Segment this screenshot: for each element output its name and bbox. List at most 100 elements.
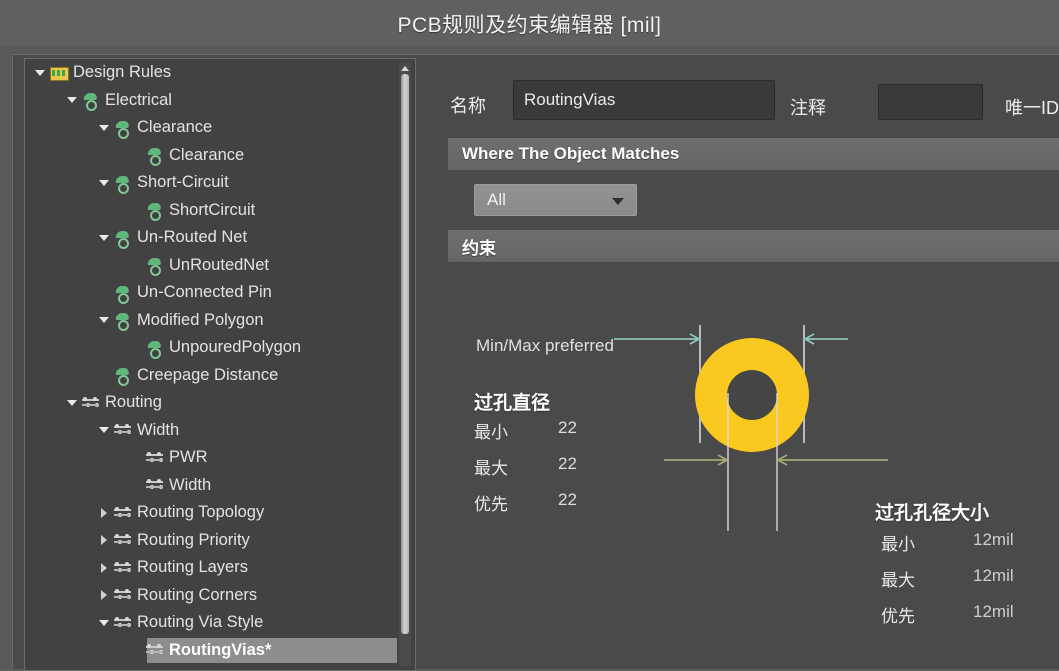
tree-item[interactable]: Clearance bbox=[25, 114, 397, 142]
tree-item[interactable]: ShortCircuit bbox=[25, 197, 397, 225]
chevron-right-icon[interactable] bbox=[97, 533, 111, 547]
tree-item-label: Width bbox=[169, 475, 212, 494]
tree-item-label: Routing Corners bbox=[137, 585, 258, 604]
via-diameter-min-value[interactable]: 22 bbox=[558, 418, 577, 438]
electrical-rule-icon bbox=[113, 366, 133, 387]
chevron-down-icon[interactable] bbox=[97, 121, 111, 135]
tree-item-label: Routing Layers bbox=[137, 558, 248, 577]
tree-item[interactable]: Clearance bbox=[25, 142, 397, 170]
tree-item[interactable]: Routing Layers bbox=[25, 554, 397, 582]
tree-scrollbar[interactable] bbox=[399, 63, 411, 666]
tree-item-label: Width bbox=[137, 420, 180, 439]
routing-rule-icon bbox=[113, 421, 133, 439]
chevron-down-icon[interactable] bbox=[97, 313, 111, 327]
chevron-right-icon[interactable] bbox=[97, 588, 111, 602]
tree-item-label: Un-Connected Pin bbox=[137, 283, 272, 302]
tree-item[interactable]: UnRoutedNet bbox=[25, 252, 397, 280]
electrical-rule-icon bbox=[145, 256, 165, 277]
routing-rule-icon bbox=[145, 449, 165, 467]
name-label: 名称 bbox=[450, 96, 486, 116]
unique-id-label: 唯一ID bbox=[1005, 98, 1059, 118]
rule-editor-pane: 名称 RoutingVias 注释 唯一ID Where The Object … bbox=[428, 58, 1059, 669]
via-diameter-title: 过孔直径 bbox=[474, 393, 551, 414]
tree-item[interactable]: Creepage Distance bbox=[25, 362, 397, 390]
comment-label: 注释 bbox=[790, 98, 826, 118]
tree-item-label: Routing Topology bbox=[137, 503, 265, 522]
tree-item-label: Short-Circuit bbox=[137, 173, 229, 192]
via-hole-max-value[interactable]: 12mil bbox=[973, 566, 1014, 586]
tree-item[interactable]: Routing bbox=[25, 389, 397, 417]
tree-item[interactable]: UnpouredPolygon bbox=[25, 334, 397, 362]
scroll-up-icon[interactable] bbox=[400, 63, 410, 73]
via-hole-min-value[interactable]: 12mil bbox=[973, 530, 1014, 550]
routing-rule-icon bbox=[113, 531, 133, 549]
tree-item[interactable]: Un-Connected Pin bbox=[25, 279, 397, 307]
via-hole-max-label: 最大 bbox=[881, 571, 915, 590]
folder-icon bbox=[49, 64, 69, 82]
tree-item[interactable]: Un-Routed Net bbox=[25, 224, 397, 252]
chevron-right-icon[interactable] bbox=[97, 561, 111, 575]
tree-item[interactable]: Short-Circuit bbox=[25, 169, 397, 197]
electrical-rule-icon bbox=[113, 284, 133, 304]
tree-item-label: Routing bbox=[105, 393, 162, 412]
design-rules-tree-panel: Design Rules Electrical Clearance Clearance… bbox=[24, 58, 416, 671]
via-diameter-min-label: 最小 bbox=[474, 423, 508, 442]
tree-item-label: Clearance bbox=[169, 145, 245, 164]
tree-item[interactable]: Routing Via Style bbox=[25, 609, 397, 637]
comment-input[interactable] bbox=[878, 84, 983, 120]
tree-item[interactable]: Routing Corners bbox=[25, 582, 397, 610]
routing-rule-icon bbox=[113, 559, 133, 577]
via-diameter-preferred-label: 优先 bbox=[474, 495, 508, 514]
tree-item[interactable]: Design Rules bbox=[25, 59, 397, 87]
electrical-rule-icon bbox=[145, 201, 165, 222]
electrical-rule-icon bbox=[81, 91, 101, 112]
tree-item[interactable]: Routing Topology bbox=[25, 499, 397, 527]
tree-item[interactable]: Routing Priority bbox=[25, 527, 397, 555]
tree-item-label: UnRoutedNet bbox=[169, 255, 269, 274]
via-diameter-max-value[interactable]: 22 bbox=[558, 454, 577, 474]
chevron-down-icon[interactable] bbox=[65, 396, 79, 410]
tree-scrollbar-thumb[interactable] bbox=[401, 74, 409, 634]
via-diameter-preferred-value[interactable]: 22 bbox=[558, 490, 577, 510]
chevron-down-icon bbox=[612, 198, 624, 205]
chevron-down-icon[interactable] bbox=[97, 616, 111, 630]
chevron-down-icon[interactable] bbox=[33, 66, 47, 80]
pcb-rules-dialog: PCB规则及约束编辑器 [mil] Design Rules Electrical… bbox=[0, 0, 1059, 671]
tree-item[interactable]: RoutingVias* bbox=[25, 637, 397, 665]
tree-item[interactable]: Width bbox=[25, 417, 397, 445]
tree-item-label: Electrical bbox=[105, 90, 172, 109]
chevron-right-icon[interactable] bbox=[97, 506, 111, 520]
via-hole-preferred-label: 优先 bbox=[881, 607, 915, 626]
tree-item[interactable]: Electrical bbox=[25, 87, 397, 115]
name-input[interactable]: RoutingVias bbox=[513, 80, 775, 120]
tree-item[interactable]: PWR bbox=[25, 444, 397, 472]
via-hole-preferred-value[interactable]: 12mil bbox=[973, 602, 1014, 622]
routing-rule-icon bbox=[113, 504, 133, 522]
scope-select[interactable]: All bbox=[474, 184, 637, 216]
via-diameter-max-label: 最大 bbox=[474, 459, 508, 478]
tree-item-label: Clearance bbox=[137, 118, 213, 137]
chevron-down-icon[interactable] bbox=[97, 231, 111, 245]
chevron-down-icon[interactable] bbox=[65, 93, 79, 107]
routing-rule-icon bbox=[113, 614, 133, 632]
window-title-bar: PCB规则及约束编辑器 [mil] bbox=[0, 0, 1059, 47]
electrical-rule-icon bbox=[145, 339, 165, 359]
electrical-rule-icon bbox=[145, 146, 165, 167]
routing-rule-icon bbox=[145, 476, 165, 494]
chevron-down-icon[interactable] bbox=[97, 176, 111, 190]
tree-item-label: Routing Via Style bbox=[137, 613, 264, 632]
design-rules-tree[interactable]: Design Rules Electrical Clearance Clearance… bbox=[25, 59, 397, 670]
chevron-down-icon[interactable] bbox=[97, 423, 111, 437]
tree-item[interactable]: Width bbox=[25, 472, 397, 500]
electrical-rule-icon bbox=[113, 174, 133, 194]
routing-rule-icon bbox=[145, 641, 165, 659]
electrical-rule-icon bbox=[113, 311, 133, 332]
tree-item-label: UnpouredPolygon bbox=[169, 338, 302, 357]
tree-item[interactable]: Modified Polygon bbox=[25, 307, 397, 335]
